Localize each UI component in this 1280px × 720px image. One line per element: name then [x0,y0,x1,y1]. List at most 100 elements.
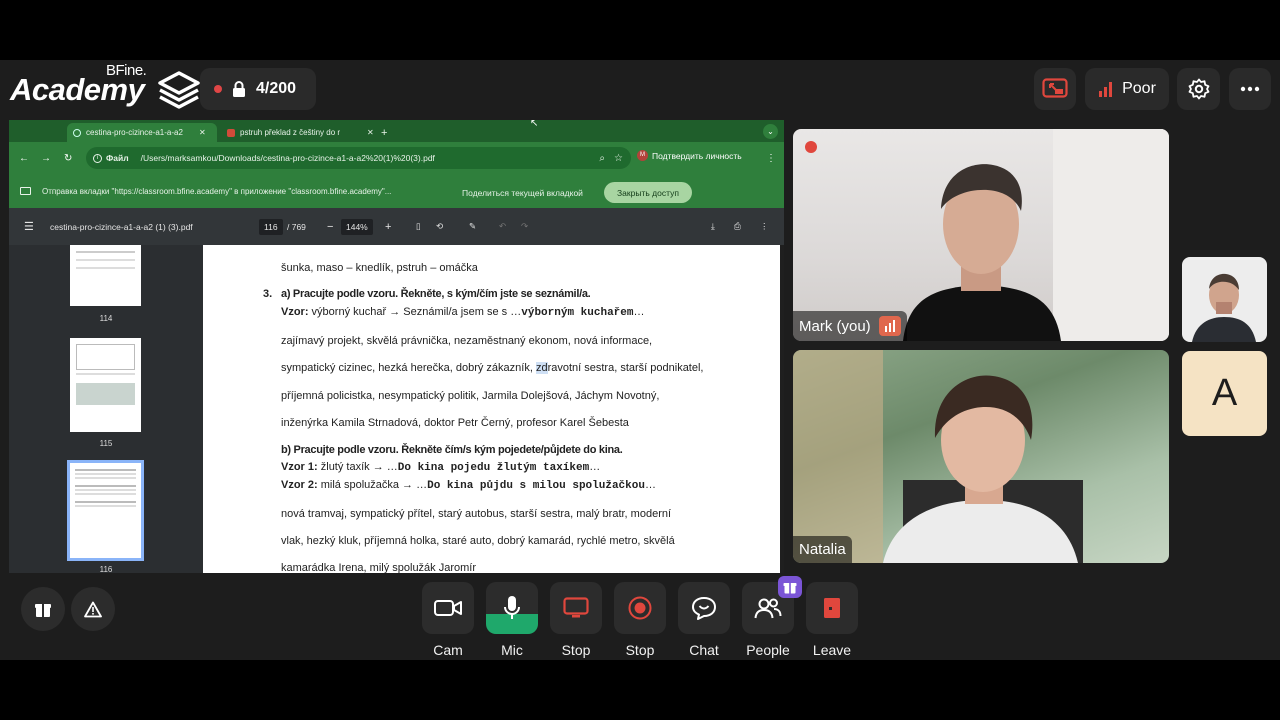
stop-share-control[interactable]: Stop [550,582,602,658]
recording-counter: 4/200 [200,68,316,110]
stop-sharing-button[interactable]: Закрыть доступ [604,182,692,203]
screen-share-toggle-button[interactable] [1034,68,1076,110]
share-screen-icon [20,187,31,195]
chat-button[interactable] [678,582,730,634]
new-tab-button[interactable]: + [375,123,395,142]
participant-name-tag: Mark (you) [793,311,907,341]
vzor-label: Vzor 2: [281,479,318,491]
avatar-letter: A [1211,372,1238,414]
tab-search-icon[interactable]: ⌄ [763,124,778,139]
microphone-button[interactable] [486,582,538,634]
control-label: Cam [433,642,463,658]
leave-button[interactable] [806,582,858,634]
print-icon[interactable]: ⎙ [734,208,741,245]
browser-tab-translate[interactable]: pstruh překlad z češtiny do r ✕ [221,123,381,142]
pdf-line: nová tramvaj, sympatický přítel, starý a… [281,508,672,520]
screen-share-icon [1042,78,1068,98]
stop-screen-share-button[interactable] [550,582,602,634]
control-label: Mic [501,642,523,658]
recording-dot-icon [214,85,222,93]
vzor-text: žlutý taxík → … [317,461,398,473]
zoom-out-icon[interactable]: − [327,208,333,245]
undo-icon[interactable]: ↶ [499,208,506,245]
pdf-menu-icon[interactable]: ☰ [24,208,34,245]
leave-control[interactable]: Leave [806,582,858,658]
verify-label: Подтвердить личность [652,150,742,161]
audio-level-icon [878,316,901,336]
fit-page-icon[interactable]: ▯ [416,208,421,245]
video-tile-natalia[interactable]: Natalia [793,350,1169,563]
download-icon[interactable]: ⤓ [711,208,715,245]
zoom-in-icon[interactable]: + [385,208,391,245]
chat-control[interactable]: Chat [678,582,730,658]
report-issue-button[interactable] [71,587,115,631]
camera-button[interactable] [422,582,474,634]
people-control[interactable]: People [742,576,802,658]
url-field[interactable]: i Файл /Users/marksamkou/Downloads/cesti… [86,147,631,169]
browser-tab-bar: cestina-pro-cizince-a1-a-a2 ✕ pstruh pře… [9,120,784,142]
connection-label: Poor [1122,80,1156,97]
browser-menu-icon[interactable]: ⋮ [766,153,776,164]
thumbnail-label: 116 [99,565,113,573]
forward-icon[interactable]: → [41,153,51,164]
control-label: Chat [689,642,719,658]
video-tile-participant-small[interactable] [1182,257,1267,342]
microphone-icon [504,596,520,619]
chat-icon [692,597,716,620]
signal-bars-icon [1099,82,1113,97]
record-icon [628,596,652,620]
people-icon [754,598,782,619]
annotate-icon[interactable]: ✎ [469,208,476,245]
participant-name: Natalia [799,541,846,558]
settings-button[interactable] [1177,68,1220,110]
pdf-thumbnails: 114 115 116 [9,245,203,573]
zoom-level-input[interactable]: 144% [341,218,373,235]
vzor-answer: Do kina půjdu s milou spolužačkou [427,480,645,492]
participant-video-mark [793,350,1083,563]
reload-icon[interactable]: ↻ [64,153,72,164]
stop-recording-control[interactable]: Stop [614,582,666,658]
close-tab-icon[interactable]: ✕ [367,128,374,137]
mic-control[interactable]: Mic [486,582,538,658]
zoom-icon[interactable]: ⌕ [599,153,605,164]
more-options-button[interactable] [1229,68,1271,110]
gift-button[interactable] [21,587,65,631]
pdf-page: šunka, maso – knedlík, pstruh – omáčka 3… [203,245,780,573]
vzor-answer: výborným kuchařem [521,307,634,319]
stop-recording-button[interactable] [614,582,666,634]
connection-quality[interactable]: Poor [1085,68,1169,110]
video-tile-self[interactable]: Mark (you) [793,129,1169,341]
page-thumbnail-116-selected[interactable] [67,460,144,561]
page-thumbnail-114[interactable] [70,245,141,306]
cam-control[interactable]: Cam [422,582,474,658]
page-number-input[interactable]: 116 [259,218,283,235]
share-current-tab-button[interactable]: Поделиться текущей вкладкой [448,182,597,203]
tab-sharing-infobar: Отправка вкладки "https://classroom.bfin… [9,174,784,208]
gift-badge-icon [783,583,797,594]
pdf-line: šunka, maso – knedlík, pstruh – omáčka [281,262,478,274]
control-label: Stop [561,642,591,658]
info-icon: i [93,153,102,163]
mouse-cursor-icon: ↖ [530,118,539,129]
control-label: Stop [625,642,655,658]
verify-identity-button[interactable]: M Подтвердить личность [637,150,742,161]
thumbnail-label: 114 [99,314,113,323]
shared-screen: cestina-pro-cizince-a1-a-a2 ✕ pstruh pře… [9,120,784,573]
rotate-icon[interactable]: ⟲ [436,208,443,245]
close-tab-icon[interactable]: ✕ [199,128,206,137]
exercise-number: 3. [263,288,273,300]
participant-video-mark [903,129,1169,341]
browser-tab-pdf[interactable]: cestina-pro-cizince-a1-a-a2 ✕ [67,123,217,142]
pdf-more-icon[interactable]: ⋮ [760,208,769,245]
participant-avatar-tile[interactable]: A [1182,351,1267,436]
pdf-line: zajímavý projekt, skvělá právnička, neza… [281,335,653,347]
redo-icon[interactable]: ↷ [521,208,528,245]
text-selection[interactable]: zd [535,362,548,374]
vzor-answer: Do kina pojedu žlutým taxíkem [397,462,590,474]
participant-name: Mark (you) [799,317,871,335]
page-thumbnail-115[interactable] [70,338,141,432]
bookmark-star-icon[interactable]: ☆ [614,153,623,164]
back-icon[interactable]: ← [19,153,29,164]
thumbnail-label: 115 [99,439,113,448]
profile-avatar-icon: M [637,150,648,161]
